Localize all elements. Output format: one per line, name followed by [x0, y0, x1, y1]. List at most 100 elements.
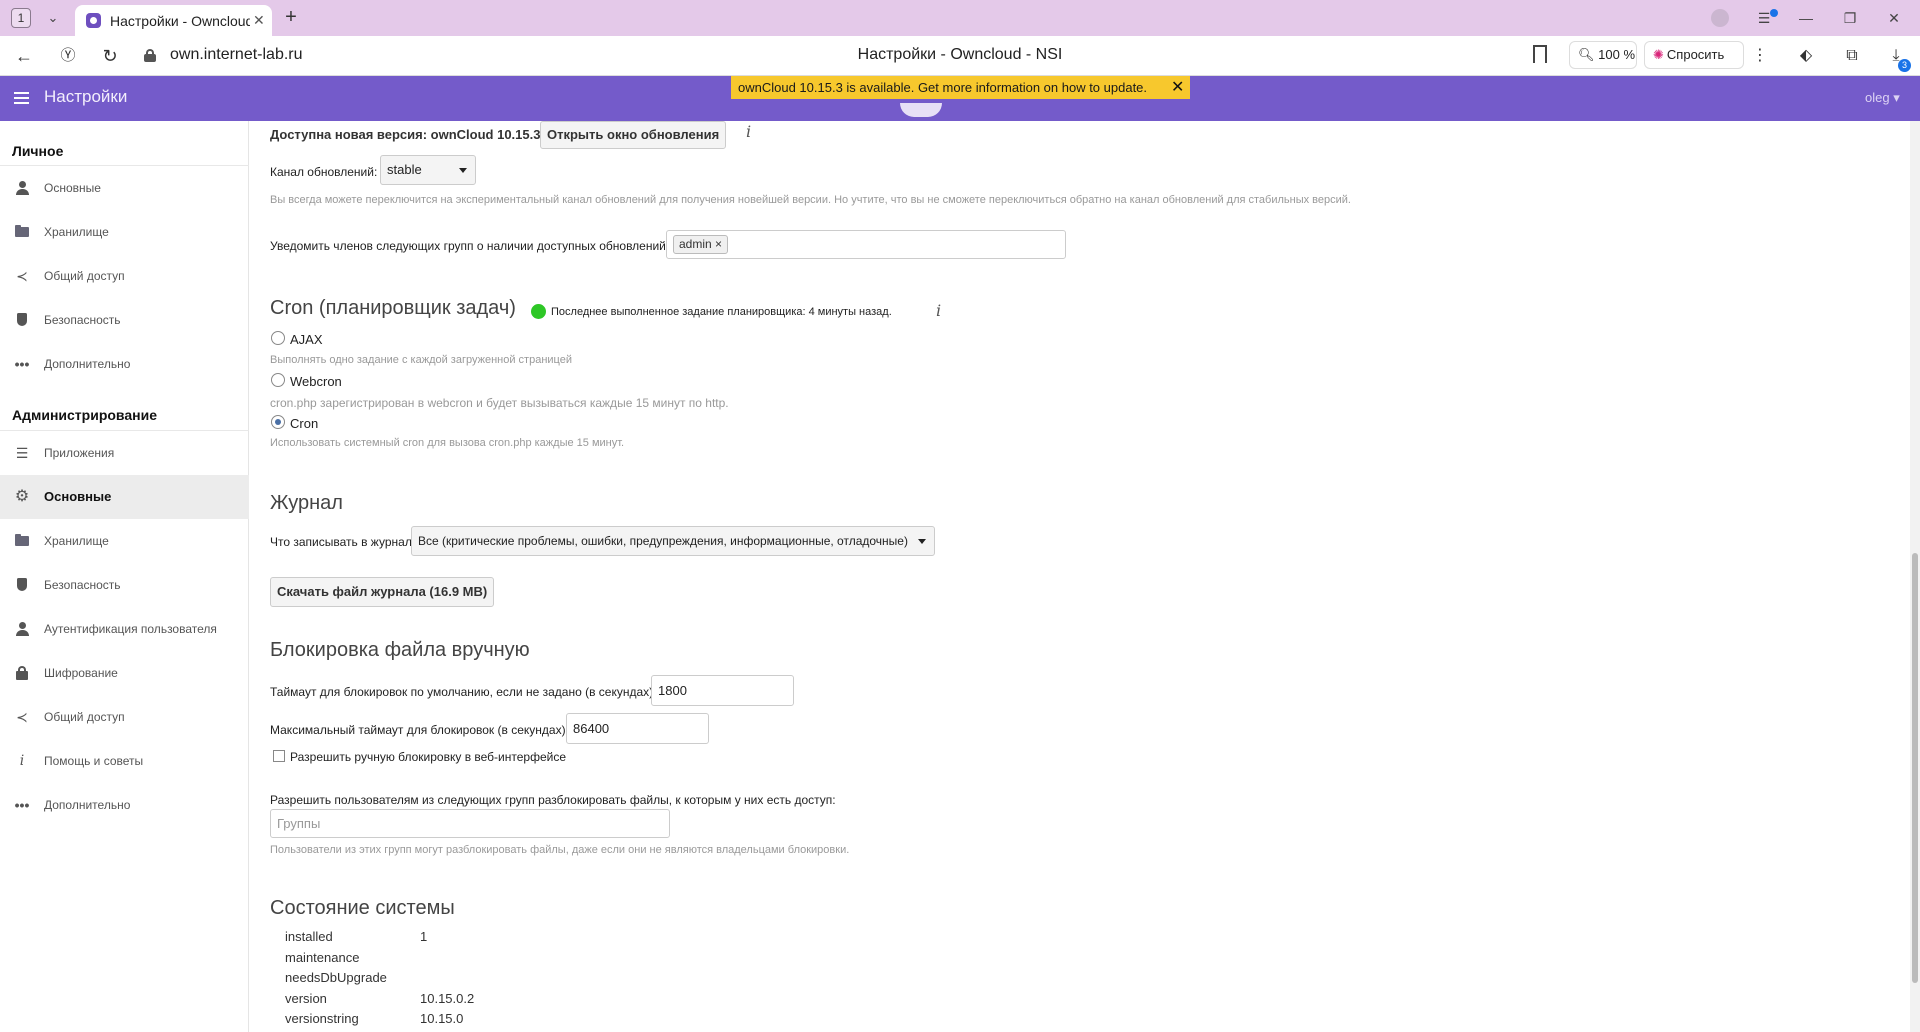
scrollbar-thumb[interactable] [1912, 553, 1918, 983]
sidebar-item-personal-general[interactable]: Основные [0, 166, 249, 210]
sidebar-item-personal-sharing[interactable]: ≺ Общий доступ [0, 254, 249, 298]
remove-tag-icon[interactable]: × [715, 237, 722, 251]
bookmark-icon[interactable] [1533, 45, 1547, 63]
close-tab-icon[interactable]: ✕ [253, 12, 265, 29]
sidebar-item-label: Дополнительно [44, 357, 131, 371]
locking-section-title: Блокировка файла вручную [270, 639, 530, 661]
update-channel-value: stable [387, 162, 422, 177]
sidebar-item-label: Помощь и советы [44, 754, 144, 768]
open-updater-button[interactable]: Открыть окно обновления [540, 121, 727, 149]
minimize-icon[interactable]: — [1794, 7, 1818, 29]
menu-icon[interactable] [14, 92, 29, 104]
sparkle-icon: ✺ [1653, 47, 1664, 62]
browser-navigation-bar: ← Ⓨ ↻ own.internet-lab.ru Настройки - Ow… [0, 36, 1920, 76]
close-window-icon[interactable]: ✕ [1882, 7, 1906, 29]
chevron-down-icon [918, 539, 926, 544]
settings-content: Доступна новая версия: ownCloud 10.15.3 … [250, 121, 1910, 1032]
zoom-button[interactable]: 🔍︎ 100 % [1569, 41, 1637, 69]
more-vertical-icon[interactable]: ⋮ [1748, 44, 1772, 68]
tab-title: Настройки - Owncloud - NSI [110, 13, 250, 29]
shield-icon [14, 312, 30, 328]
sidebar-item-label: Общий доступ [44, 710, 125, 724]
sidebar-item-label: Общий доступ [44, 269, 125, 283]
sidebar-item-personal-additional[interactable]: ••• Дополнительно [0, 342, 249, 386]
back-arrow-icon[interactable]: ← [12, 44, 36, 68]
allow-web-lock-label[interactable]: Разрешить ручную блокировку в веб-интерф… [290, 750, 566, 764]
cron-ajax-radio[interactable] [271, 331, 285, 345]
info-icon[interactable]: i [936, 301, 941, 320]
log-level-select[interactable]: Все (критические проблемы, ошибки, преду… [411, 526, 935, 556]
info-icon[interactable]: i [746, 122, 751, 141]
cron-webcron-label[interactable]: Webcron [290, 374, 342, 389]
more-icon: ••• [14, 797, 30, 813]
sidebar-item-admin-storage[interactable]: Хранилище [0, 519, 249, 563]
sidebar-item-admin-additional[interactable]: ••• Дополнительно [0, 783, 249, 827]
close-banner-icon[interactable]: ✕ [1171, 76, 1187, 99]
allow-web-lock-checkbox[interactable] [273, 750, 285, 762]
sidebar-item-label: Шифрование [44, 666, 118, 680]
address-bar-url[interactable]: own.internet-lab.ru [170, 46, 303, 64]
ask-label: Спросить [1666, 47, 1725, 62]
magnifier-icon: 🔍︎ [1578, 47, 1595, 62]
log-level-value: Все (критические проблемы, ошибки, преду… [418, 534, 908, 548]
cron-ajax-hint: Выполнять одно задание с каждой загружен… [270, 354, 572, 366]
sidebar-item-personal-security[interactable]: Безопасность [0, 298, 249, 342]
zoom-level: 100 % [1598, 47, 1636, 62]
lock-icon[interactable] [144, 49, 156, 62]
unlock-groups-input[interactable]: Группы [270, 809, 670, 838]
list-icon: ☰ [15, 445, 29, 461]
tag-label: admin [679, 237, 712, 251]
sidebar-heading-admin: Администрирование [12, 407, 157, 423]
owncloud-favicon-icon [86, 13, 101, 28]
yandex-icon[interactable]: Ⓨ [56, 44, 80, 68]
folder-icon [14, 533, 30, 549]
sidebar-item-label: Основные [44, 181, 101, 195]
sidebar-item-admin-help[interactable]: i Помощь и советы [0, 739, 249, 783]
sidebar-item-label: Приложения [44, 446, 115, 460]
sidebar-item-admin-general[interactable]: ⚙ Основные [0, 475, 249, 519]
app-title[interactable]: Настройки [44, 87, 127, 107]
sidebar-item-admin-security[interactable]: Безопасность [0, 563, 249, 607]
restore-icon[interactable]: ❐ [1838, 7, 1862, 29]
reading-list-icon[interactable]: ⧉ [1840, 44, 1864, 68]
ask-button[interactable]: ✺ Спросить [1644, 41, 1744, 69]
update-channel-select[interactable]: stable [380, 155, 476, 185]
folder-icon [14, 224, 30, 240]
cron-cron-hint: Использовать системный cron для вызова c… [270, 437, 625, 449]
max-timeout-input[interactable]: 86400 [566, 713, 709, 744]
more-icon: ••• [14, 356, 30, 372]
new-tab-button[interactable]: + [280, 7, 302, 29]
cron-ajax-label[interactable]: AJAX [290, 332, 323, 347]
sidebar-item-admin-sharing[interactable]: ≺ Общий доступ [0, 695, 249, 739]
extension-icon[interactable]: ⬖ [1794, 44, 1818, 68]
sidebar-item-label: Основные [44, 489, 112, 504]
tab-count-button[interactable]: 1 [11, 8, 31, 28]
download-log-button[interactable]: Скачать файл журнала (16.9 MB) [270, 577, 495, 607]
notify-groups-label: Уведомить членов следующих групп о налич… [270, 239, 670, 253]
chevron-down-icon[interactable]: ⌄ [42, 7, 64, 29]
status-key: needsDbUpgrade [285, 970, 387, 985]
info-icon: i [19, 753, 25, 769]
cron-webcron-hint: cron.php зарегистрирован в webcron и буд… [270, 396, 729, 410]
cron-webcron-radio[interactable] [271, 373, 285, 387]
cron-cron-radio[interactable] [271, 415, 285, 429]
default-timeout-input[interactable]: 1800 [651, 675, 794, 706]
unlock-groups-label: Разрешить пользователям из следующих гру… [270, 793, 836, 807]
cron-cron-label[interactable]: Cron [290, 416, 318, 431]
sidebar-item-label: Безопасность [44, 578, 121, 592]
reload-icon[interactable]: ↻ [98, 44, 122, 68]
cron-section-title: Cron (планировщик задач) [270, 297, 516, 319]
update-notification-banner[interactable]: ownCloud 10.15.3 is available. Get more … [731, 76, 1190, 99]
sidebar-item-personal-storage[interactable]: Хранилище [0, 210, 249, 254]
cron-last-run-status: Последнее выполненное задание планировщи… [551, 306, 892, 318]
share-icon: ≺ [16, 268, 28, 284]
profile-icon[interactable] [1711, 9, 1729, 27]
sidebar-item-admin-apps[interactable]: ☰ Приложения [0, 431, 249, 475]
gear-icon: ⚙ [14, 488, 30, 505]
downloads-badge: 3 [1898, 59, 1911, 72]
owncloud-logo-icon[interactable] [900, 103, 942, 117]
sidebar-item-admin-user-auth[interactable]: Аутентификация пользователя [0, 607, 249, 651]
browser-tab-active[interactable]: Настройки - Owncloud - NSI ✕ [75, 5, 272, 36]
sidebar-item-admin-encryption[interactable]: Шифрование [0, 651, 249, 695]
user-menu[interactable]: oleg ▾ [1865, 90, 1900, 106]
